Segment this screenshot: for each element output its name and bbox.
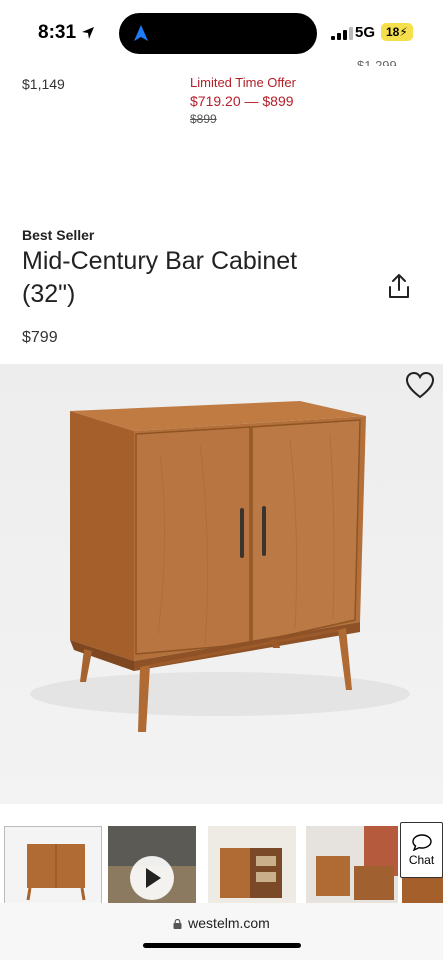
related-price[interactable]: $1,149 bbox=[22, 76, 65, 92]
chat-button[interactable]: Chat bbox=[400, 822, 443, 878]
best-seller-badge: Best Seller bbox=[22, 227, 95, 243]
thumbnail-cabinet-icon bbox=[26, 844, 86, 901]
thumbnail-room-icon bbox=[306, 826, 398, 904]
image-thumbnails bbox=[0, 826, 443, 904]
product-price: $799 bbox=[22, 329, 58, 346]
offer-price-range: $719.20 — $899 bbox=[190, 93, 294, 109]
thumbnail-video[interactable] bbox=[108, 826, 196, 904]
product-image[interactable] bbox=[0, 364, 443, 804]
battery-icon: 18⚡ bbox=[381, 23, 413, 41]
browser-url-bar[interactable]: westelm.com bbox=[0, 903, 443, 960]
lock-icon bbox=[173, 919, 182, 929]
time-label: 8:31 bbox=[38, 22, 77, 43]
related-price-cut: $1,299 bbox=[357, 58, 397, 66]
battery-level: 18 bbox=[386, 25, 400, 39]
chat-label: Chat bbox=[408, 853, 435, 867]
thumbnail-3[interactable] bbox=[208, 826, 296, 904]
heart-icon[interactable] bbox=[405, 371, 435, 399]
home-indicator[interactable] bbox=[143, 943, 301, 948]
status-time: 8:31 bbox=[38, 22, 95, 44]
product-title: Mid-Century Bar Cabinet (32") bbox=[22, 247, 298, 308]
thumbnail-open-cabinet-icon bbox=[208, 826, 296, 904]
url-display[interactable]: westelm.com bbox=[0, 915, 443, 931]
limited-offer-label: Limited Time Offer bbox=[190, 75, 296, 90]
signal-icon bbox=[331, 26, 353, 40]
chat-bubble-icon bbox=[411, 834, 432, 851]
offer-original-price: $899 bbox=[190, 112, 217, 126]
dynamic-island bbox=[119, 13, 317, 54]
share-icon[interactable] bbox=[386, 272, 412, 300]
network-label: 5G bbox=[355, 24, 376, 41]
thumbnail-4[interactable] bbox=[306, 826, 398, 904]
thumbnail-1[interactable] bbox=[4, 826, 102, 904]
url-text: westelm.com bbox=[188, 915, 270, 931]
play-icon bbox=[108, 826, 196, 904]
cabinet-illustration bbox=[30, 401, 410, 732]
location-arrow-icon bbox=[82, 27, 95, 39]
navigation-app-icon bbox=[134, 25, 148, 41]
